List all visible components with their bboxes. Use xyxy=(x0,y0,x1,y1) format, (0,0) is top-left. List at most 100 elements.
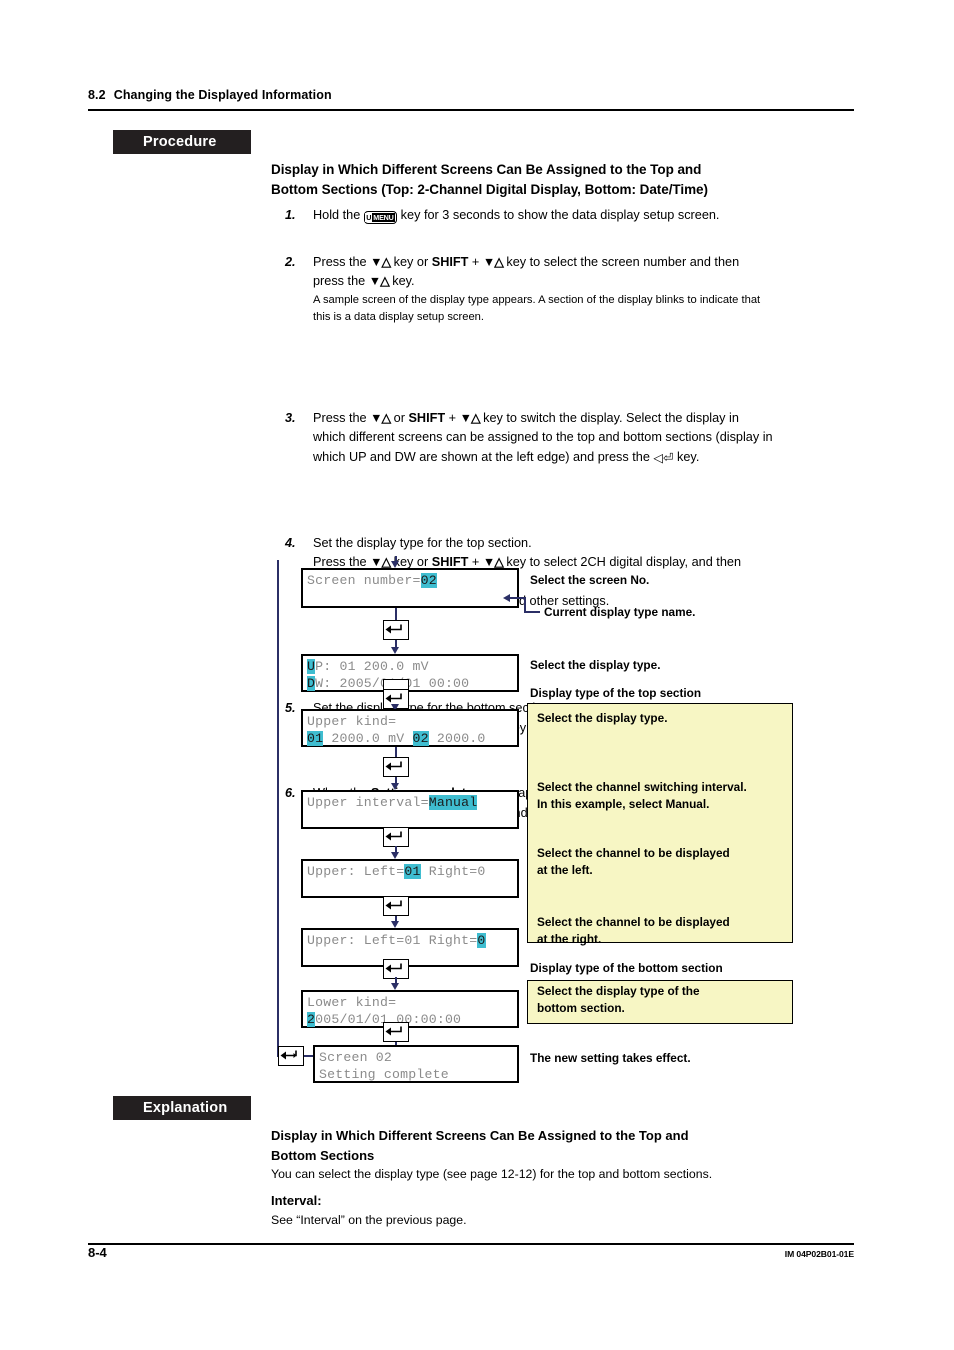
step-2-note-line2: this is a data display setup screen. xyxy=(313,311,485,324)
label-select-screen-no: Select the screen No. xyxy=(530,573,650,587)
step-2-line1-d: key to select the screen number and then xyxy=(502,254,740,269)
step-2-note-line1: A sample screen of the display type appe… xyxy=(313,293,761,306)
label-select-right-1: Select the channel to be displayed xyxy=(537,915,730,929)
running-head-rule xyxy=(88,109,854,111)
step-2-line2-a: press the xyxy=(313,274,369,289)
lcd-1-pre: Screen number= xyxy=(307,573,421,588)
lcd-3-hl-1: 01 xyxy=(307,730,324,746)
arrowhead-1 xyxy=(391,647,399,654)
lcd-5-post: Right=0 xyxy=(420,864,486,879)
lcd-7-hl: 2 xyxy=(307,1011,316,1027)
lcd-8-line2: Setting complete xyxy=(319,1066,449,1082)
footer-doc-code: IM 04P02B01-01E xyxy=(784,1249,854,1259)
enter-key-icon-4 xyxy=(383,827,409,847)
label-select-display-type-1: Select the display type. xyxy=(530,658,661,672)
enter-key-glyph xyxy=(280,1050,297,1060)
label-display-type-bottom: Display type of the bottom section xyxy=(530,961,723,975)
procedure-subhead: Display in Which Different Screens Can B… xyxy=(271,160,851,199)
step-3-line1-d: key to switch the display. Select the di… xyxy=(479,410,739,425)
explanation-subhead-line2: Bottom Sections xyxy=(271,1147,375,1163)
lcd-4-hl: Manual xyxy=(428,795,478,810)
running-head-title: Changing the Displayed Information xyxy=(113,88,332,102)
lcd-6-hl: 0 xyxy=(477,933,486,948)
explanation-interval: Interval: See “Interval” on the previous… xyxy=(271,1191,851,1230)
label-select-bottom-1: Select the display type of the xyxy=(537,984,700,998)
lcd-up-dw: UP: 01 200.0 mV DW: 2005/01/01 00:00 xyxy=(301,654,519,692)
step-3-line3-a: which UP and DW are shown at the left ed… xyxy=(313,449,654,464)
enter-key-glyph xyxy=(385,900,402,910)
explanation-subhead-line1: Display in Which Different Screens Can B… xyxy=(271,1128,689,1143)
updown-key-icon: ▼△ xyxy=(370,410,391,425)
enter-key-icon-1 xyxy=(383,620,409,640)
step-2-line2-b: key. xyxy=(388,274,415,289)
running-head-section-number: 8.2 xyxy=(88,88,106,102)
running-head: 8.2 Changing the Displayed Information xyxy=(88,88,854,102)
label-current-display-type-name: Current display type name. xyxy=(544,605,696,619)
label-select-left-1: Select the channel to be displayed xyxy=(537,846,730,860)
procedure-step-2: 2. Press the ▼△ key or SHIFT + ▼△ key to… xyxy=(271,253,888,327)
arrowhead-4 xyxy=(391,852,399,859)
lcd-3-mid: 2000.0 mV xyxy=(323,730,413,746)
shift-key-label: SHIFT xyxy=(408,410,446,425)
enter-key-glyph xyxy=(385,831,402,841)
lcd-upper-right: Upper: Left=01 Right=0 xyxy=(301,928,519,967)
step-2-line1-a: Press the xyxy=(313,254,371,269)
step-3-number: 3. xyxy=(285,410,296,425)
lcd-upper-kind: Upper kind= 01 2000.0 mV 02 2000.0 xyxy=(301,709,519,747)
step-2-number: 2. xyxy=(285,254,296,269)
explanation-body: You can select the display type (see pag… xyxy=(271,1167,713,1181)
step-3-line1-b: or xyxy=(390,410,409,425)
step-1-text-b: key for 3 seconds to show the data displ… xyxy=(397,208,720,222)
menu-key-icon: UMENU xyxy=(363,210,398,225)
enter-key-icon-5 xyxy=(383,896,409,916)
procedure-subhead-line2: Bottom Sections (Top: 2-Channel Digital … xyxy=(271,181,708,197)
arrowhead-3 xyxy=(391,783,399,790)
step-4-line1: Set the display type for the top section… xyxy=(313,535,532,550)
label-display-type-top: Display type of the top section xyxy=(530,686,702,700)
lcd-upper-left: Upper: Left=01 Right=0 xyxy=(301,859,519,898)
lcd-1-highlight: 02 xyxy=(420,573,437,588)
lcd-3-post: 2000.0 xyxy=(428,730,486,746)
label-new-setting: The new setting takes effect. xyxy=(530,1051,691,1065)
lcd-5-hl: 01 xyxy=(404,864,421,879)
shift-key-label: SHIFT xyxy=(431,254,469,269)
pointer-current-type-tail xyxy=(526,611,540,613)
step-3-line1-c: + xyxy=(445,410,460,425)
connector-3 xyxy=(395,747,397,757)
lcd-upper-interval: Upper interval=Manual xyxy=(301,790,519,829)
setup-flow-diagram: Screen number=02 Select the screen No. C… xyxy=(271,556,854,1090)
footer-page-number: 8-4 xyxy=(88,1245,107,1260)
enter-key-icon-loop xyxy=(278,1046,304,1066)
lcd-6-pre: Upper: Left=01 Right= xyxy=(307,933,478,948)
arrowhead-6 xyxy=(391,983,399,990)
lcd-8-line1: Screen 02 xyxy=(319,1050,393,1065)
enter-key-icon-6 xyxy=(383,959,409,979)
step-3-line1-a: Press the xyxy=(313,410,371,425)
enter-key-icon: ◁⏎ xyxy=(653,450,674,465)
label-select-display-type-2: Select the display type. xyxy=(537,711,668,725)
enter-key-icon-7 xyxy=(383,1022,409,1042)
lcd-setting-complete: Screen 02 Setting complete xyxy=(313,1045,519,1083)
explanation-interval-head: Interval: xyxy=(271,1193,322,1208)
step-2-line1-b: key or xyxy=(390,254,432,269)
enter-key-glyph xyxy=(385,624,402,634)
procedure-step-1: 1. Hold the U MENU key for 3 seconds to s… xyxy=(271,206,888,226)
step-3-line3-b: key. xyxy=(673,449,700,464)
enter-key-glyph xyxy=(385,1026,402,1036)
section-tag-explanation: Explanation xyxy=(113,1096,251,1120)
step-1-number: 1. xyxy=(285,208,296,222)
footer-rule xyxy=(88,1243,854,1245)
enter-key-glyph xyxy=(385,963,402,973)
explanation-subhead: Display in Which Different Screens Can B… xyxy=(271,1126,851,1184)
label-select-interval-1: Select the channel switching interval. xyxy=(537,780,747,794)
section-tag-procedure: Procedure xyxy=(113,130,251,154)
lcd-2-post-1: P: 01 200.0 mV xyxy=(315,659,429,674)
arrowhead-5 xyxy=(391,921,399,928)
explanation-interval-body: See “Interval” on the previous page. xyxy=(271,1212,467,1227)
feedback-loop-vertical xyxy=(277,560,279,1057)
connector-1 xyxy=(395,608,397,620)
lcd-screen-number: Screen number=02 xyxy=(301,568,519,608)
updown-key-icon: ▼△ xyxy=(370,254,391,269)
lcd-2-hl-2: D xyxy=(307,675,316,691)
step-2-line1-c: + xyxy=(468,254,483,269)
